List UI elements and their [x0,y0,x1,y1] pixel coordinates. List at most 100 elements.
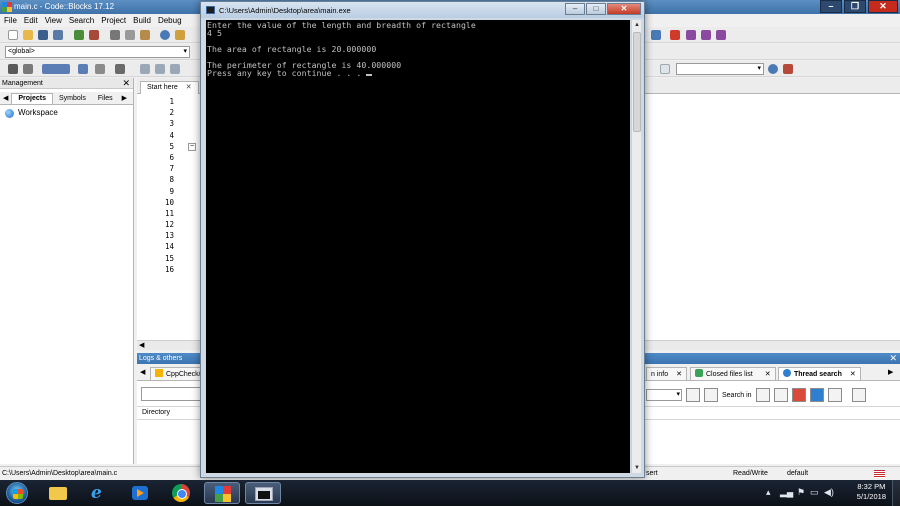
taskbar-internet-explorer[interactable]: e [81,482,117,504]
tray-chevron-icon[interactable]: ▴ [766,487,771,497]
console-minimize-button[interactable]: – [565,3,585,15]
symbol-search-input[interactable] [676,63,764,75]
tab-start-here[interactable]: Start here ✕ [140,81,199,94]
taskbar-console[interactable] [245,482,281,504]
menu-project[interactable]: Project [101,16,126,25]
tabs-right-arrow-icon[interactable]: ▶ [119,93,130,104]
management-close-icon[interactable]: ✕ [122,78,130,88]
logs-right-arrow-icon[interactable]: ▶ [888,368,893,376]
line-number: 3 [169,119,174,129]
bookmark-prev-icon[interactable] [686,30,696,40]
console-title: C:\Users\Admin\Desktop\area\main.exe [219,6,351,15]
new-file-icon[interactable] [8,30,18,40]
console-close-button[interactable]: ✕ [607,3,641,15]
scroll-down-arrow-icon[interactable]: ▼ [632,463,642,473]
bookmark-clear-icon[interactable] [716,30,726,40]
tool-wrench-icon[interactable] [783,64,793,74]
clock[interactable]: 8:32 PM 5/1/2018 [857,482,886,502]
tab-thread-search-close-icon[interactable]: ✕ [850,371,856,378]
console-maximize-button[interactable]: □ [586,3,606,15]
taskbar-codeblocks[interactable] [204,482,240,504]
logs-left-arrow-icon[interactable]: ◀ [140,368,145,376]
find-icon[interactable] [160,30,170,40]
start-button[interactable] [6,482,28,504]
logs-close-icon[interactable]: ✕ [889,353,897,364]
console-vertical-scrollbar[interactable]: ▲ ▼ [631,20,641,473]
bookmark-next-icon[interactable] [701,30,711,40]
taskbar-chrome[interactable] [163,482,199,504]
menu-search[interactable]: Search [69,16,94,25]
menu-file[interactable]: File [4,16,17,25]
action-center-icon[interactable]: ⚑ [797,487,805,497]
menu-debug[interactable]: Debug [158,16,182,25]
tab-cppcheck[interactable]: CppCheck/ [150,367,206,380]
uncomment-icon[interactable] [78,64,88,74]
save-icon[interactable] [38,30,48,40]
console-window[interactable]: C:\Users\Admin\Desktop\area\main.exe – □… [200,1,645,478]
search-in-workspace-icon[interactable] [809,388,824,402]
close-button[interactable]: ✕ [868,0,898,13]
nav-next-icon[interactable] [155,64,165,74]
tabs-left-arrow-icon[interactable]: ◀ [0,93,11,104]
tab-start-here-label: Start here [147,84,178,91]
search-in-open-files-icon[interactable] [755,388,770,402]
scroll-thumb[interactable] [633,32,641,132]
menu-build[interactable]: Build [133,16,151,25]
taskbar-explorer[interactable] [40,482,76,504]
back-arrow-icon[interactable] [651,30,661,40]
undo-icon[interactable] [74,30,84,40]
tab-thread-search[interactable]: Thread search ✕ [778,367,861,380]
fold-marker-icon[interactable]: − [188,143,196,151]
replace-icon[interactable] [175,30,185,40]
search-in-project-icon[interactable] [791,388,806,402]
maximize-button[interactable]: ❐ [844,0,866,13]
debug-icon[interactable] [8,64,18,74]
search-settings-icon[interactable] [851,388,866,402]
search-scope-dropdown[interactable] [646,389,682,401]
menu-view[interactable]: View [45,16,62,25]
search-in-directory-icon[interactable] [827,388,842,402]
paste-icon[interactable] [140,30,150,40]
tools-icon[interactable] [115,64,125,74]
battery-icon[interactable]: ▭ [810,487,819,497]
tab-close-icon[interactable]: ✕ [186,84,192,91]
help-icon[interactable] [95,64,105,74]
search-options-icon[interactable] [686,388,700,402]
cut-icon[interactable] [110,30,120,40]
search-in-target-icon[interactable] [773,388,788,402]
redo-icon[interactable] [89,30,99,40]
zoom-search-icon[interactable] [768,64,778,74]
menu-edit[interactable]: Edit [24,16,38,25]
open-icon[interactable] [23,30,33,40]
tab-info-close-icon[interactable]: ✕ [676,371,682,378]
scroll-left-arrow-icon[interactable]: ◀ [139,341,144,350]
nav-stop-icon[interactable] [170,64,180,74]
save-all-icon[interactable] [53,30,63,40]
bookmark-icon[interactable] [670,30,680,40]
tab-files[interactable]: Files [92,94,119,104]
console-titlebar[interactable]: C:\Users\Admin\Desktop\area\main.exe – □… [201,2,644,18]
volume-icon[interactable]: ◀) [824,487,834,497]
media-player-icon [132,486,148,500]
search-go-icon[interactable] [704,388,718,402]
nav-prev-icon[interactable] [140,64,150,74]
step-icon[interactable] [23,64,33,74]
scroll-up-arrow-icon[interactable]: ▲ [632,20,642,30]
copy-icon[interactable] [125,30,135,40]
minimize-button[interactable]: – [820,0,842,13]
network-icon[interactable]: ▂▄ [780,487,793,497]
global-scope-select[interactable]: <global> [5,46,190,58]
tab-projects[interactable]: Projects [11,93,54,104]
tab-closed-files[interactable]: Closed files list ✕ [690,367,776,380]
show-desktop-button[interactable] [892,480,900,506]
status-insert-mode: sert [646,470,658,477]
tab-symbols[interactable]: Symbols [53,94,92,104]
console-output[interactable]: Enter the value of the length and breadt… [206,20,630,473]
taskbar-media-player[interactable] [122,482,158,504]
tab-info[interactable]: n info ✕ [646,367,687,380]
workspace-item[interactable]: Workspace [0,107,133,119]
comment-icon[interactable] [42,64,70,74]
class-c-icon[interactable] [660,64,670,74]
tab-closed-files-close-icon[interactable]: ✕ [765,371,771,378]
line-number: 4 [169,130,174,140]
